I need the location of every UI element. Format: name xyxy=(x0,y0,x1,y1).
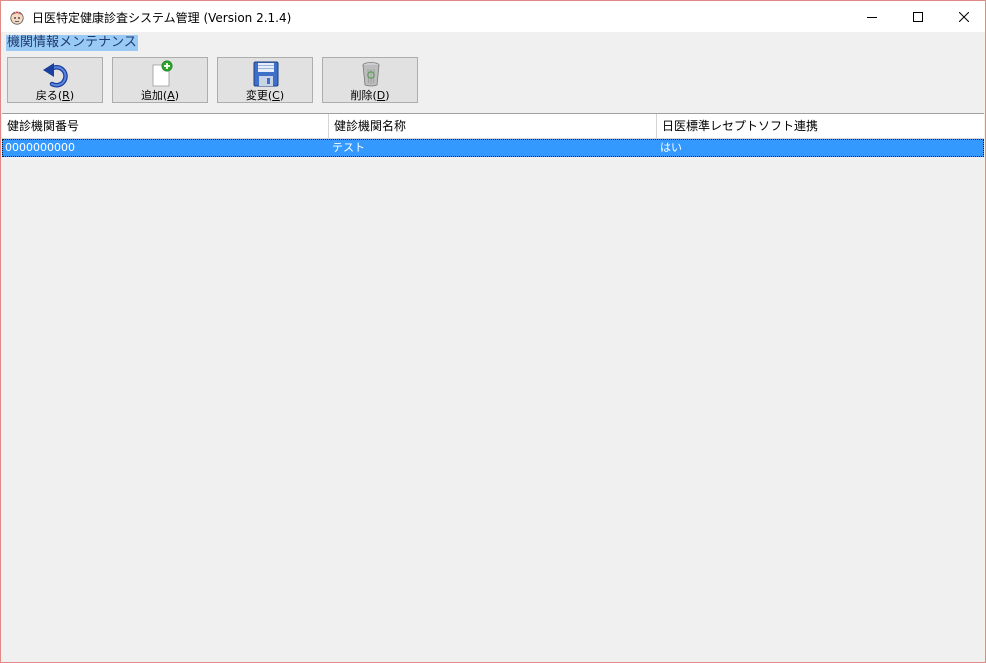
add-button[interactable]: 追加(A) xyxy=(112,57,208,103)
cell-orca-link: はい xyxy=(660,141,682,154)
title-bar[interactable]: 日医特定健康診査システム管理 (Version 2.1.4) xyxy=(1,1,985,32)
institution-grid[interactable]: 健診機関番号 健診機関名称 日医標準レセプトソフト連携 0000000000 テ… xyxy=(2,113,984,662)
minimize-icon xyxy=(867,16,877,18)
minimize-button[interactable] xyxy=(849,1,895,32)
floppy-disk-icon xyxy=(253,61,279,87)
add-button-label: 追加(A) xyxy=(140,89,180,102)
delete-button-label: 削除(D) xyxy=(350,89,390,102)
back-button[interactable]: 戻る(R) xyxy=(7,57,103,103)
delete-button[interactable]: 削除(D) xyxy=(322,57,418,103)
undo-arrow-icon xyxy=(43,63,68,88)
change-button-label: 変更(C) xyxy=(245,89,285,102)
maximize-icon xyxy=(913,11,923,22)
column-header-orca-link[interactable]: 日医標準レセプトソフト連携 xyxy=(657,114,984,138)
back-button-label: 戻る(R) xyxy=(35,89,75,102)
table-row[interactable]: 0000000000 テスト はい xyxy=(2,139,984,157)
cell-institution-number: 0000000000 xyxy=(5,141,75,154)
window-title: 日医特定健康診査システム管理 (Version 2.1.4) xyxy=(32,11,292,25)
trash-can-icon xyxy=(362,62,380,87)
doctor-face-icon xyxy=(10,11,24,25)
column-header-number[interactable]: 健診機関番号 xyxy=(2,114,329,138)
change-button[interactable]: 変更(C) xyxy=(217,57,313,103)
grid-header: 健診機関番号 健診機関名称 日医標準レセプトソフト連携 xyxy=(2,114,984,139)
close-icon xyxy=(959,11,969,22)
screen-title: 機関情報メンテナンス xyxy=(6,35,138,51)
close-button[interactable] xyxy=(941,1,986,32)
new-document-icon xyxy=(152,60,173,87)
maximize-button[interactable] xyxy=(895,1,941,32)
cell-institution-name: テスト xyxy=(332,141,365,154)
app-window: 日医特定健康診査システム管理 (Version 2.1.4) 機関情報メンテナン… xyxy=(0,0,986,663)
column-header-name[interactable]: 健診機関名称 xyxy=(329,114,657,138)
